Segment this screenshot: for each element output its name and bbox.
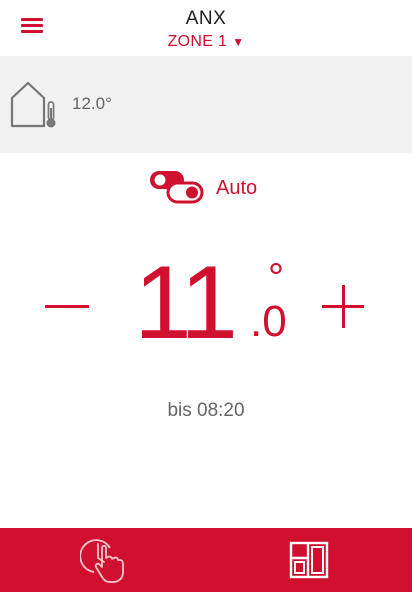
setpoint-display: 11 .0 ° [130,248,295,358]
zone-selector[interactable]: ZONE 1 ▼ [0,33,412,51]
chevron-down-icon: ▼ [232,35,245,49]
outdoor-temperature: 12.0° [72,94,112,113]
setpoint-decimal: .0 [250,297,287,346]
app-title: ANX [185,8,227,29]
outdoor-temperature-panel: 12.0° [0,56,412,153]
clock-hand-icon[interactable] [80,536,128,586]
house-thermometer-icon [10,81,56,128]
app-header: ANX ZONE 1 ▼ [0,0,412,56]
schedule-until-text: bis 08:20 [167,400,245,421]
minus-icon [45,305,89,308]
zone-label: ZONE 1 [167,33,228,50]
bottom-navigation [0,528,412,592]
setpoint-degree: ° [268,256,284,300]
mode-label: Auto [216,177,258,199]
increase-temperature-button[interactable] [318,268,370,338]
room-layout-icon[interactable] [288,540,330,580]
setpoint-integer: 11 [134,245,238,361]
decrease-temperature-button[interactable] [43,270,93,340]
mode-toggle[interactable]: Auto [148,168,288,208]
toggle-switch-icon [150,171,204,204]
